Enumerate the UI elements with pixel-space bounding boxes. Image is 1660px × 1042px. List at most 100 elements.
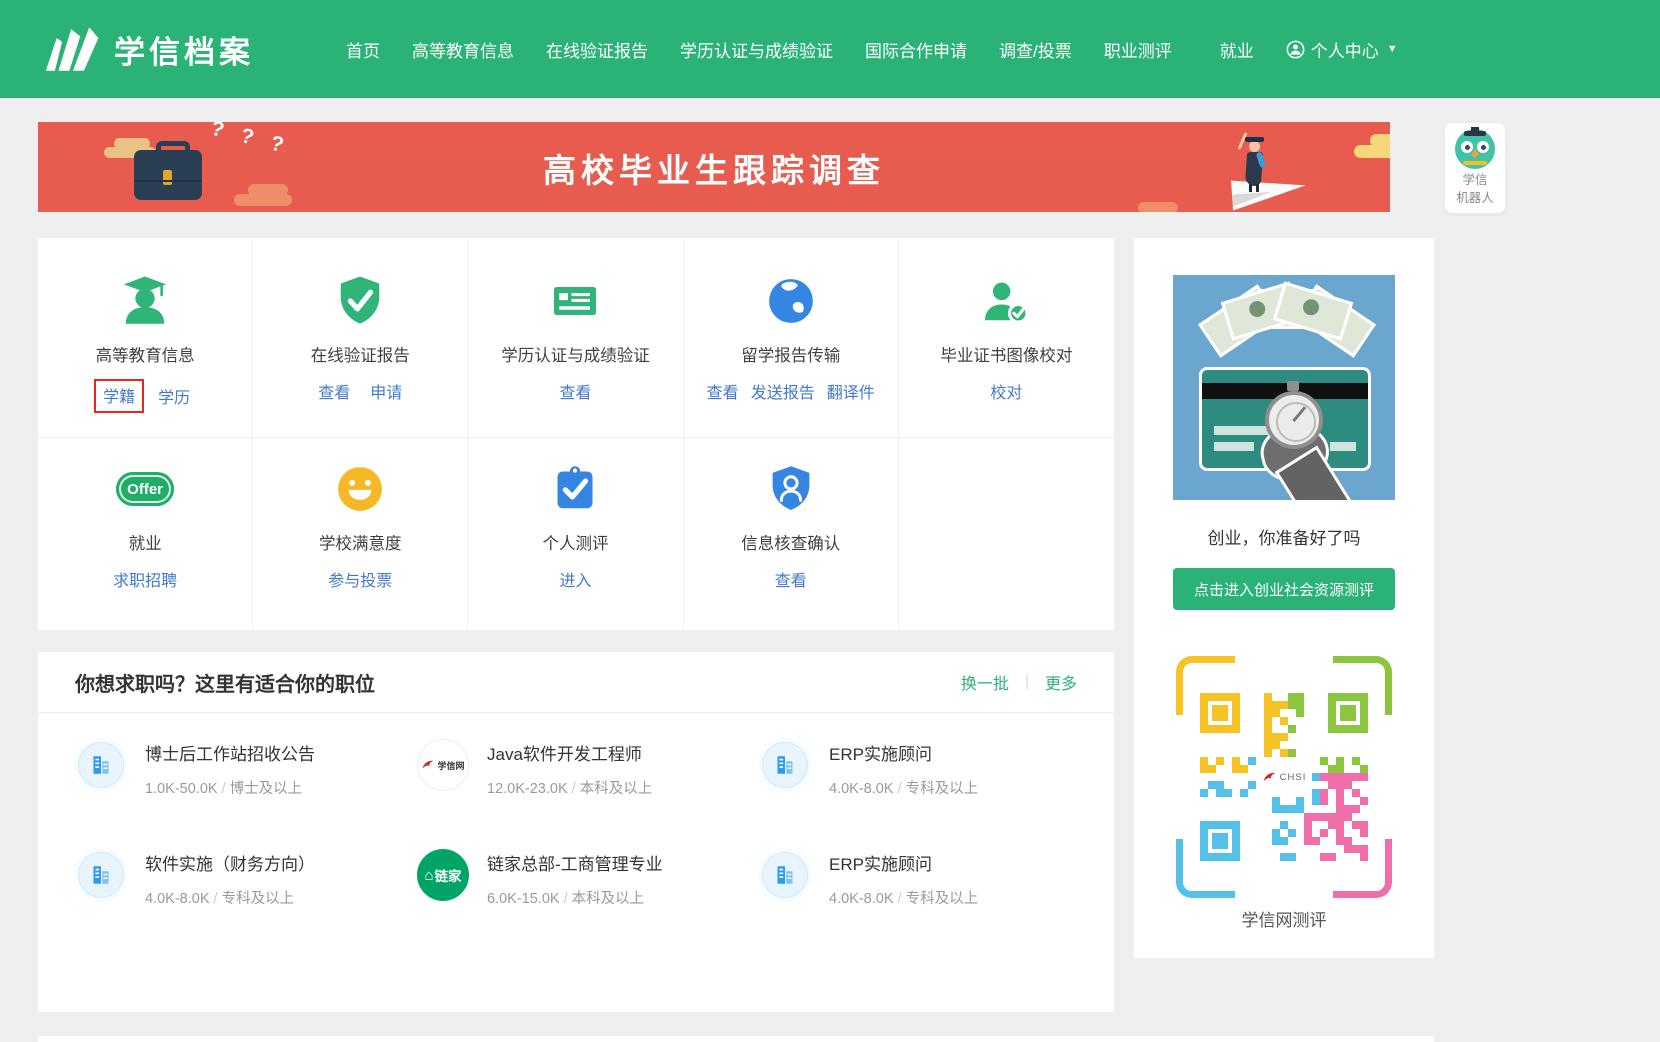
jobs-grid: 博士后工作站招收公告 1.0K-50.0K / 博士及以上 学信网 Java软件… (38, 713, 1114, 907)
service-label: 高等教育信息 (96, 342, 195, 366)
job-degree: 博士及以上 (230, 781, 303, 797)
stopwatch-icon (1265, 391, 1323, 449)
service-empty-cell (899, 438, 1114, 630)
job-degree: 本科及以上 (572, 891, 645, 907)
company-buildings-icon (759, 849, 811, 901)
service-link-view-confirm[interactable]: 查看 (775, 567, 807, 591)
job-item[interactable]: 软件实施（财务方向） 4.0K-8.0K / 专科及以上 (75, 849, 393, 907)
robot-widget[interactable]: 学信 机器人 (1444, 122, 1506, 214)
nav-international-cooperation[interactable]: 国际合作申请 (865, 37, 967, 62)
user-center-label: 个人中心 (1311, 37, 1379, 62)
hero-banner[interactable]: ? ? ? 高校毕业生跟踪调查 (38, 122, 1390, 212)
job-salary: 12.0K-23.0K (487, 781, 568, 797)
job-item[interactable]: 博士后工作站招收公告 1.0K-50.0K / 博士及以上 (75, 739, 393, 797)
job-salary: 4.0K-8.0K (145, 891, 210, 907)
startup-assessment-button[interactable]: 点击进入创业社会资源测评 (1173, 568, 1395, 610)
main-nav: 首页 高等教育信息 在线验证报告 学历认证与成绩验证 国际合作申请 调查/投票 … (346, 0, 1398, 98)
nav-credential-authentication[interactable]: 学历认证与成绩验证 (680, 37, 833, 62)
service-link-view-transfer[interactable]: 查看 (707, 379, 739, 403)
service-study-abroad-report: 留学报告传输 查看 发送报告 翻译件 (684, 238, 899, 438)
service-employment: Offer 就业 求职招聘 (38, 438, 253, 630)
service-link-xueji[interactable]: 学籍 (94, 379, 144, 413)
qr-finder-icon (1200, 821, 1240, 861)
shield-check-icon (332, 273, 388, 329)
robot-label-line1: 学信 (1445, 171, 1505, 189)
service-diploma-image-check: 毕业证书图像校对 校对 (899, 238, 1114, 438)
service-label: 个人测评 (542, 530, 608, 554)
nav-home[interactable]: 首页 (346, 37, 380, 62)
nav-higher-education[interactable]: 高等教育信息 (412, 37, 514, 62)
service-link-proofread[interactable]: 校对 (990, 379, 1022, 403)
company-buildings-icon (75, 849, 127, 901)
job-salary: 4.0K-8.0K (829, 781, 894, 797)
nav-survey-vote[interactable]: 调查/投票 (999, 37, 1072, 62)
service-label: 在线验证报告 (311, 342, 410, 366)
clipboard-check-icon (547, 461, 603, 517)
nav-career-test[interactable]: 职业测评 (1104, 37, 1172, 62)
graduate-icon (117, 273, 173, 329)
job-title: 链家总部-工商管理专业 (487, 850, 663, 875)
job-item[interactable]: 学信网 Java软件开发工程师 12.0K-23.0K / 本科及以上 (417, 739, 735, 797)
service-personal-assessment: 个人测评 进入 (468, 438, 683, 630)
more-jobs-link[interactable]: 更多 (1045, 670, 1077, 694)
nav-user-center[interactable]: 个人中心 ▼ (1286, 37, 1398, 62)
house-icon: ⌂ (424, 867, 433, 884)
qr-grid: CHSI (1200, 693, 1368, 861)
service-link-apply-report[interactable]: 申请 (370, 379, 402, 403)
service-label: 就业 (129, 530, 162, 554)
job-item[interactable]: ERP实施顾问 4.0K-8.0K / 专科及以上 (759, 849, 1077, 907)
brand[interactable]: 学信档案 (44, 0, 254, 98)
service-label: 毕业证书图像校对 (940, 342, 1072, 366)
qr-center-logo: CHSI (1252, 760, 1316, 794)
lianjia-company-logo: ⌂链家 (417, 849, 469, 901)
service-info-verification-confirm: 信息核查确认 查看 (684, 438, 899, 630)
company-buildings-icon (75, 739, 127, 791)
refresh-batch-link[interactable]: 换一批 (961, 670, 1009, 694)
jobs-panel: 你想求职吗？这里有适合你的职位 换一批 | 更多 博士后工作站招收公告 1.0K… (38, 652, 1114, 1012)
services-grid: 高等教育信息 学籍 学历 在线验证报告 查看 申请 (38, 238, 1114, 630)
job-salary: 4.0K-8.0K (829, 891, 894, 907)
banner-title: 高校毕业生跟踪调查 (38, 144, 1390, 192)
job-salary: 6.0K-15.0K (487, 891, 560, 907)
shield-person-icon (763, 461, 819, 517)
qr-finder-icon (1328, 693, 1368, 733)
caret-down-icon: ▼ (1387, 43, 1398, 55)
globe-icon (763, 273, 819, 329)
person-check-icon (978, 273, 1034, 329)
job-item[interactable]: ERP实施顾问 4.0K-8.0K / 专科及以上 (759, 739, 1077, 797)
header: 学信档案 首页 高等教育信息 在线验证报告 学历认证与成绩验证 国际合作申请 调… (0, 0, 1660, 98)
qr-caption: 学信网测评 (1134, 906, 1434, 931)
service-link-view-report[interactable]: 查看 (318, 379, 350, 403)
job-degree: 专科及以上 (906, 781, 979, 797)
jobs-title: 你想求职吗？这里有适合你的职位 (75, 668, 375, 697)
startup-caption: 创业，你准备好了吗 (1134, 524, 1434, 549)
job-degree: 专科及以上 (222, 891, 295, 907)
service-link-enter[interactable]: 进入 (559, 567, 591, 591)
robot-label-line2: 机器人 (1445, 189, 1505, 207)
job-degree: 本科及以上 (580, 781, 653, 797)
service-credential-authentication: 学历认证与成绩验证 查看 (468, 238, 683, 438)
chsi-bird-icon (421, 759, 435, 771)
id-card-icon (547, 273, 603, 329)
service-link-view-authentication[interactable]: 查看 (559, 379, 591, 403)
sidebar-panel: 创业，你准备好了吗 点击进入创业社会资源测评 CHSI 学信网测评 (1134, 238, 1434, 958)
qr-finder-icon (1200, 693, 1240, 733)
job-title: 博士后工作站招收公告 (145, 740, 315, 765)
nav-employment[interactable]: 就业 (1220, 37, 1254, 62)
job-title: ERP实施顾问 (829, 850, 978, 875)
job-title: 软件实施（财务方向） (145, 850, 315, 875)
service-link-job-recruit[interactable]: 求职招聘 (113, 567, 177, 591)
service-link-xueli[interactable]: 学历 (158, 384, 190, 408)
service-link-send-report[interactable]: 发送报告 (751, 379, 815, 403)
jobs-header: 你想求职吗？这里有适合你的职位 换一批 | 更多 (38, 652, 1114, 713)
qr-code: CHSI (1176, 656, 1392, 898)
nav-online-verification[interactable]: 在线验证报告 (546, 37, 648, 62)
job-salary: 1.0K-50.0K (145, 781, 218, 797)
page: 学信档案 首页 高等教育信息 在线验证报告 学历认证与成绩验证 国际合作申请 调… (0, 0, 1660, 1042)
divider: | (1025, 673, 1029, 691)
service-link-translation[interactable]: 翻译件 (827, 379, 875, 403)
service-link-vote[interactable]: 参与投票 (328, 567, 392, 591)
job-item[interactable]: ⌂链家 链家总部-工商管理专业 6.0K-15.0K / 本科及以上 (417, 849, 735, 907)
job-title: ERP实施顾问 (829, 740, 978, 765)
service-label: 留学报告传输 (741, 342, 840, 366)
